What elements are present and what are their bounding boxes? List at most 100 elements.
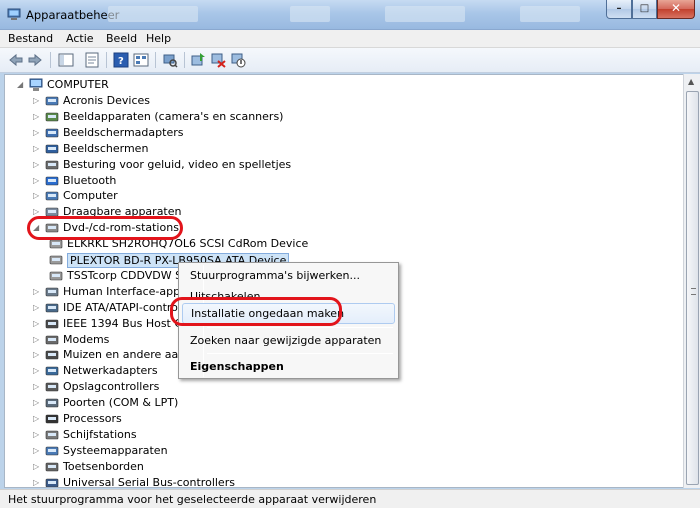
disable-icon[interactable]	[230, 52, 246, 68]
tree-item-label: Opslagcontrollers	[63, 380, 160, 394]
expand-arrow-icon[interactable]: ▷	[33, 316, 42, 332]
collapse-arrow-icon[interactable]: ◢	[17, 77, 26, 93]
tree-item-label: Bluetooth	[63, 173, 117, 187]
maximize-icon: □	[639, 3, 650, 14]
tree-item-label: Processors	[63, 412, 122, 425]
properties-icon[interactable]	[84, 52, 100, 68]
expand-arrow-icon[interactable]: ▷	[33, 395, 42, 411]
tree-item-label: Toetsenborden	[63, 459, 144, 473]
menu-actie[interactable]: Actie	[66, 32, 94, 45]
svg-text:?: ?	[118, 56, 124, 67]
status-bar: Het stuurprogramma voor het geselecteerd…	[0, 489, 700, 508]
usb-icon	[45, 478, 59, 487]
computer-icon	[29, 78, 43, 91]
expand-arrow-icon[interactable]: ▷	[33, 125, 42, 141]
annotation-highlight-dvd	[27, 216, 183, 240]
speaker-icon	[45, 160, 59, 169]
minimize-icon: –	[616, 3, 622, 14]
annotation-highlight-uninstall	[170, 297, 342, 326]
menu-item-properties[interactable]: Eigenschappen	[182, 356, 395, 377]
expand-arrow-icon[interactable]: ▷	[33, 379, 42, 395]
expand-arrow-icon[interactable]: ▷	[33, 141, 42, 157]
toolbar-separator	[50, 52, 51, 68]
tree-item-label: Systeemapparaten	[63, 443, 168, 457]
expand-arrow-icon[interactable]: ▷	[33, 411, 42, 427]
expand-arrow-icon[interactable]: ▷	[33, 157, 42, 173]
storage-controller-icon	[45, 382, 59, 392]
scroll-up-icon[interactable]: ▲	[688, 77, 694, 86]
background-blur	[290, 6, 330, 22]
tree-item-label: Acronis Devices	[63, 94, 150, 107]
expand-arrow-icon[interactable]: ▷	[33, 443, 42, 459]
title-bar[interactable]: Apparaatbeheer – □ ✕	[0, 0, 700, 30]
menu-separator	[207, 353, 393, 354]
system-device-icon	[45, 446, 59, 456]
modem-icon	[45, 335, 59, 344]
expand-arrow-icon[interactable]: ▷	[33, 173, 42, 189]
camera-icon	[45, 112, 59, 122]
tree-item-label: Modems	[63, 332, 110, 346]
device-manager-icon	[7, 8, 21, 20]
update-driver-icon[interactable]	[190, 52, 206, 68]
tree-item-label: Netwerkadapters	[63, 364, 158, 378]
forward-arrow-icon[interactable]	[27, 52, 43, 68]
uninstall-icon[interactable]	[210, 52, 226, 68]
scan-hardware-icon[interactable]	[162, 52, 178, 68]
expand-arrow-icon[interactable]: ▷	[33, 284, 42, 300]
expand-arrow-icon[interactable]: ▷	[33, 332, 42, 348]
menu-item-scan[interactable]: Zoeken naar gewijzigde apparaten	[182, 330, 395, 351]
keyboard-icon	[45, 462, 59, 471]
tree-item-label: Beeldschermadapters	[63, 125, 184, 139]
tree-item-label: Beeldapparaten (camera's en scanners)	[63, 109, 284, 123]
view-icon[interactable]	[133, 52, 149, 68]
status-text: Het stuurprogramma voor het geselecteerd…	[8, 493, 377, 506]
tree-item-label: Universal Serial Bus-controllers	[63, 475, 235, 488]
tree-item-label: Besturing voor geluid, video en spelletj…	[63, 157, 292, 171]
background-blur	[385, 6, 465, 22]
vertical-scrollbar[interactable]: ▲	[683, 74, 700, 488]
help-icon[interactable]: ?	[113, 52, 129, 68]
menu-bar: Bestand Actie Beeld Help	[0, 30, 700, 48]
back-arrow-icon[interactable]	[8, 52, 24, 68]
toolbar-separator	[106, 52, 107, 68]
tree-root-label: COMPUTER	[47, 78, 109, 91]
network-adapter-icon	[45, 366, 59, 376]
display-adapter-icon	[45, 128, 59, 138]
tree-item-label: Computer	[63, 189, 118, 203]
mouse-icon	[45, 351, 59, 360]
background-blur	[520, 6, 580, 22]
tree-item-label: Schijfstations	[63, 427, 137, 441]
menu-item-update-driver[interactable]: Stuurprogramma's bijwerken...	[182, 265, 395, 286]
port-icon	[45, 398, 59, 408]
menu-separator	[207, 327, 393, 328]
background-blur	[108, 6, 198, 22]
expand-arrow-icon[interactable]: ▷	[33, 363, 42, 379]
minimize-button[interactable]: –	[606, 0, 632, 19]
maximize-button[interactable]: □	[632, 0, 657, 19]
expand-arrow-icon[interactable]: ▷	[33, 300, 42, 316]
expand-arrow-icon[interactable]: ▷	[33, 347, 42, 363]
expand-arrow-icon[interactable]: ▷	[33, 459, 42, 475]
menu-beeld[interactable]: Beeld	[106, 32, 137, 45]
close-icon: ✕	[670, 1, 682, 15]
tree-item-label: Beeldschermen	[63, 141, 149, 155]
menu-help[interactable]: Help	[146, 32, 171, 45]
processor-icon	[45, 414, 59, 424]
firewire-icon	[45, 319, 59, 328]
hid-icon	[45, 287, 59, 297]
scrollbar-thumb[interactable]	[686, 91, 699, 485]
tree-item-label: Poorten (COM & LPT)	[63, 396, 179, 410]
close-button[interactable]: ✕	[657, 0, 695, 19]
expand-arrow-icon[interactable]: ▷	[33, 475, 42, 487]
expand-arrow-icon[interactable]: ▷	[33, 109, 42, 125]
ide-controller-icon	[45, 303, 59, 312]
expand-arrow-icon[interactable]: ▷	[33, 188, 42, 204]
show-hide-tree-icon[interactable]	[58, 52, 74, 68]
cdrom-icon	[49, 271, 63, 281]
expand-arrow-icon[interactable]: ▷	[33, 427, 42, 443]
expand-arrow-icon[interactable]: ▷	[33, 93, 42, 109]
bluetooth-icon	[45, 176, 59, 185]
monitor-icon	[45, 144, 59, 153]
disk-drive-icon	[45, 430, 59, 440]
menu-bestand[interactable]: Bestand	[8, 32, 53, 45]
